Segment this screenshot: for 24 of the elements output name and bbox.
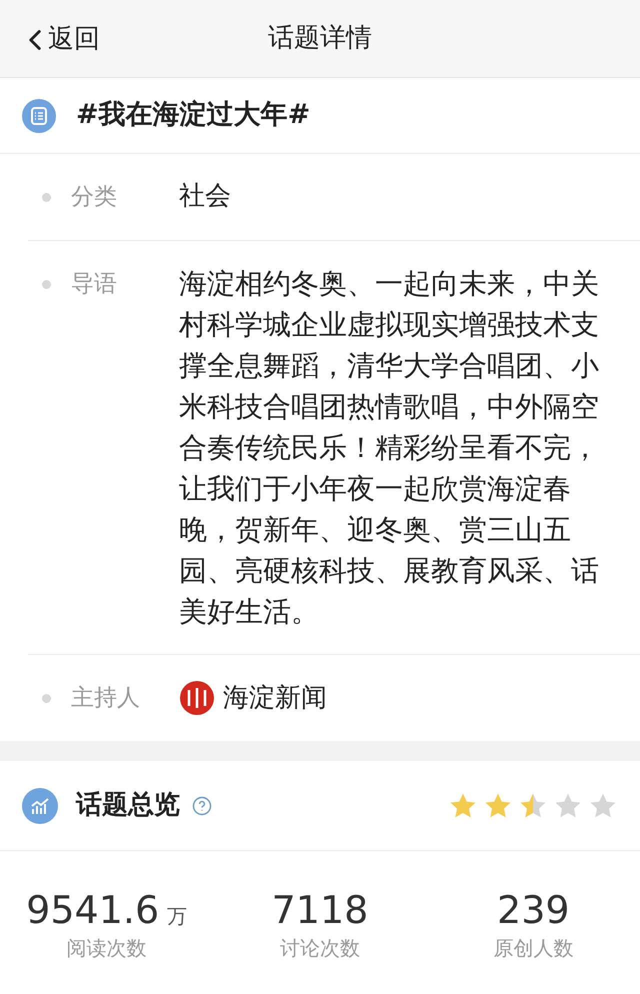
stat-label: 原创人数 xyxy=(493,935,574,962)
field-label: 主持人 xyxy=(71,684,141,713)
bullet-icon xyxy=(42,694,51,703)
field-label: 导语 xyxy=(71,270,118,299)
page-title: 话题详情 xyxy=(268,22,372,55)
logo-icon xyxy=(179,680,215,716)
back-button[interactable]: 返回 xyxy=(18,20,100,59)
stat-value: 239 xyxy=(497,887,570,933)
chart-icon xyxy=(22,788,58,824)
stat-unit: 万 xyxy=(167,903,188,930)
field-value: 海淀相约冬奥、一起向未来，中关村科学城企业虚拟现实增强技术支撑全息舞蹈，清华大学合唱团、小米科技合唱团热情歌唱，中外隔空合奏传统民乐！精彩纷呈看不完，让我们于小年夜一起欣赏海淀春晚，贺新年、迎冬奥、赏三山五园、亮硬核科技、展教育风采、话美好生活。 xyxy=(179,266,600,630)
list-icon xyxy=(22,98,56,132)
field-label: 分类 xyxy=(71,183,118,212)
host-name: 海淀新闻 xyxy=(223,682,327,714)
stat-label: 阅读次数 xyxy=(66,935,147,962)
field-value: 社会 xyxy=(179,180,231,213)
bullet-icon xyxy=(42,280,51,289)
topic-title: #我在海淀过大年# xyxy=(76,98,310,132)
help-icon[interactable] xyxy=(192,796,212,816)
stat-label: 讨论次数 xyxy=(280,935,360,962)
stat-value: 7118 xyxy=(272,887,368,933)
stat-value: 9541.6 xyxy=(26,887,160,933)
section-title: 话题总览 xyxy=(76,789,180,822)
bullet-icon xyxy=(42,193,51,202)
